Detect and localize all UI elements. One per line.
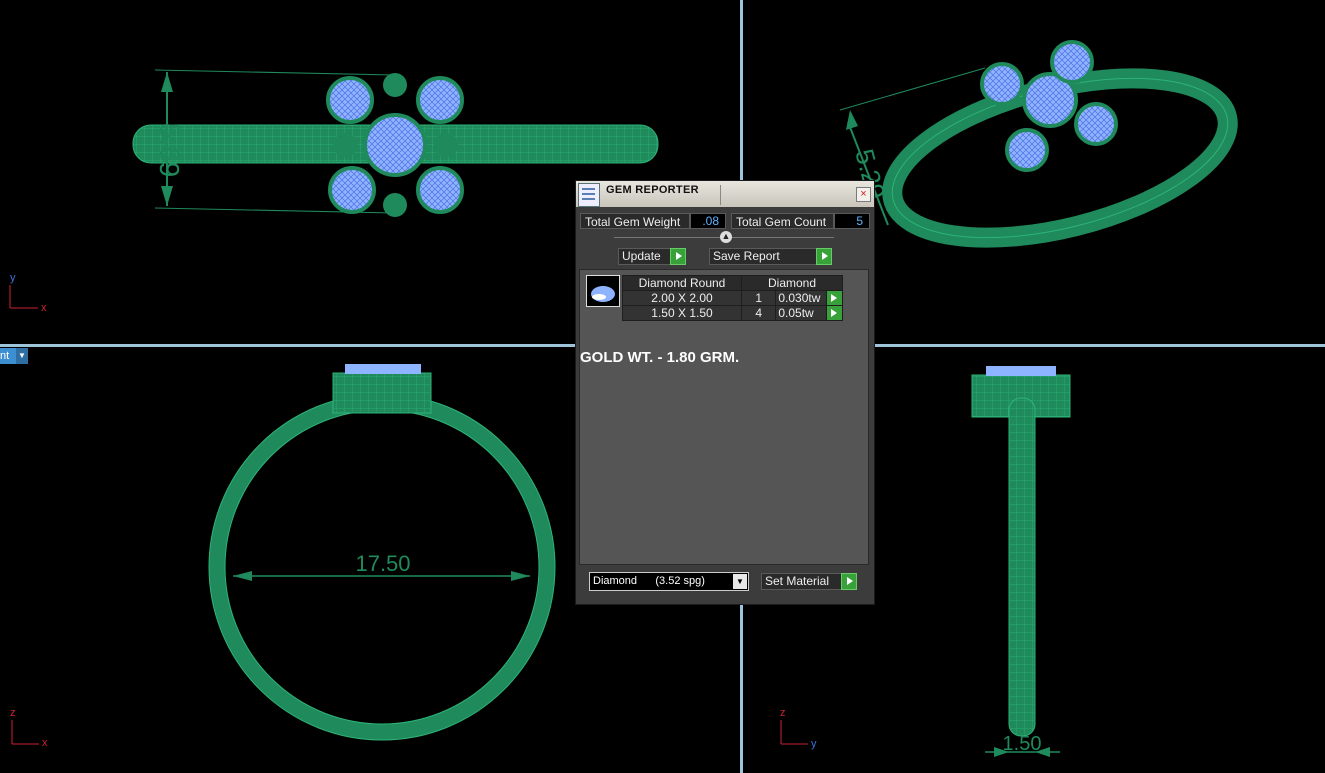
- svg-text:x: x: [42, 737, 48, 749]
- total-gem-count-label: Total Gem Count: [731, 213, 834, 229]
- row-go-button[interactable]: [826, 290, 843, 306]
- total-gem-count-value: 5: [834, 213, 870, 229]
- front-view-ring: 17.50: [208, 364, 556, 741]
- close-icon[interactable]: ×: [856, 187, 871, 202]
- total-gem-weight-label: Total Gem Weight: [580, 213, 690, 229]
- svg-text:y: y: [811, 738, 817, 750]
- save-report-button[interactable]: Save Report: [709, 248, 832, 265]
- side-view-ring: 1.50: [971, 366, 1071, 757]
- axis-indicator-bottom-right: z y: [780, 707, 817, 750]
- svg-text:x: x: [41, 302, 47, 314]
- gem-reporter-icon: [578, 183, 600, 207]
- play-arrow-icon: [816, 248, 832, 265]
- gem-weight: 0.05tw: [775, 305, 828, 321]
- gem-count: 4: [740, 305, 777, 321]
- play-arrow-icon: [670, 248, 686, 265]
- play-arrow-icon: [841, 573, 857, 590]
- svg-text:z: z: [780, 707, 786, 719]
- gem-reporter-panel[interactable]: GEM REPORTER × Total Gem Weight .08 Tota…: [575, 180, 875, 605]
- gem-count: 1: [740, 290, 777, 306]
- table-row[interactable]: 1.50 X 1.50 4 0.05tw: [622, 305, 843, 321]
- dimension-top-left: 5.69: [154, 123, 185, 178]
- row-go-button[interactable]: [826, 305, 843, 321]
- update-button-label: Update: [622, 249, 661, 263]
- set-material-button[interactable]: Set Material: [761, 573, 857, 590]
- table-row[interactable]: 2.00 X 2.00 1 0.030tw: [622, 290, 843, 306]
- gem-list-area[interactable]: Diamond Round Diamond 2.00 X 2.00 1 0.03…: [579, 269, 869, 565]
- axis-indicator-bottom-left: z x: [10, 707, 48, 749]
- diamond-icon[interactable]: [586, 275, 620, 307]
- gem-size: 1.50 X 1.50: [622, 305, 742, 321]
- gem-table: Diamond Round Diamond 2.00 X 2.00 1 0.03…: [622, 275, 843, 321]
- material-select-value: Diamond (3.52 spg): [593, 575, 705, 587]
- gem-size: 2.00 X 2.00: [622, 290, 742, 306]
- axis-indicator-top-left: y x: [9, 272, 47, 314]
- table-header-row: Diamond Round Diamond: [622, 275, 843, 291]
- svg-text:z: z: [10, 707, 16, 719]
- header-diamond-round: Diamond Round: [622, 275, 742, 291]
- svg-text:y: y: [10, 272, 16, 284]
- update-button[interactable]: Update: [618, 248, 686, 265]
- save-report-label: Save Report: [713, 249, 780, 263]
- header-diamond: Diamond: [741, 275, 843, 291]
- titlebar-separator: [720, 185, 721, 205]
- set-material-label: Set Material: [765, 574, 830, 588]
- total-gem-weight-value: .08: [690, 213, 726, 229]
- gem-weight: 0.030tw: [775, 290, 828, 306]
- dimension-bottom-right: 1.50: [1003, 733, 1042, 755]
- dimension-bottom-left: 17.50: [355, 551, 410, 576]
- material-select[interactable]: Diamond (3.52 spg) ▼: [589, 572, 749, 591]
- panel-title: GEM REPORTER: [606, 184, 699, 196]
- panel-titlebar[interactable]: GEM REPORTER ×: [576, 181, 874, 207]
- collapse-arrow-icon[interactable]: ▲: [720, 231, 732, 243]
- chevron-down-icon[interactable]: ▼: [733, 574, 747, 589]
- perspective-view-ring: 5.29: [839, 40, 1238, 248]
- gold-weight-note: GOLD WT. - 1.80 GRM.: [580, 349, 740, 366]
- top-view-gem-cluster: [326, 73, 464, 217]
